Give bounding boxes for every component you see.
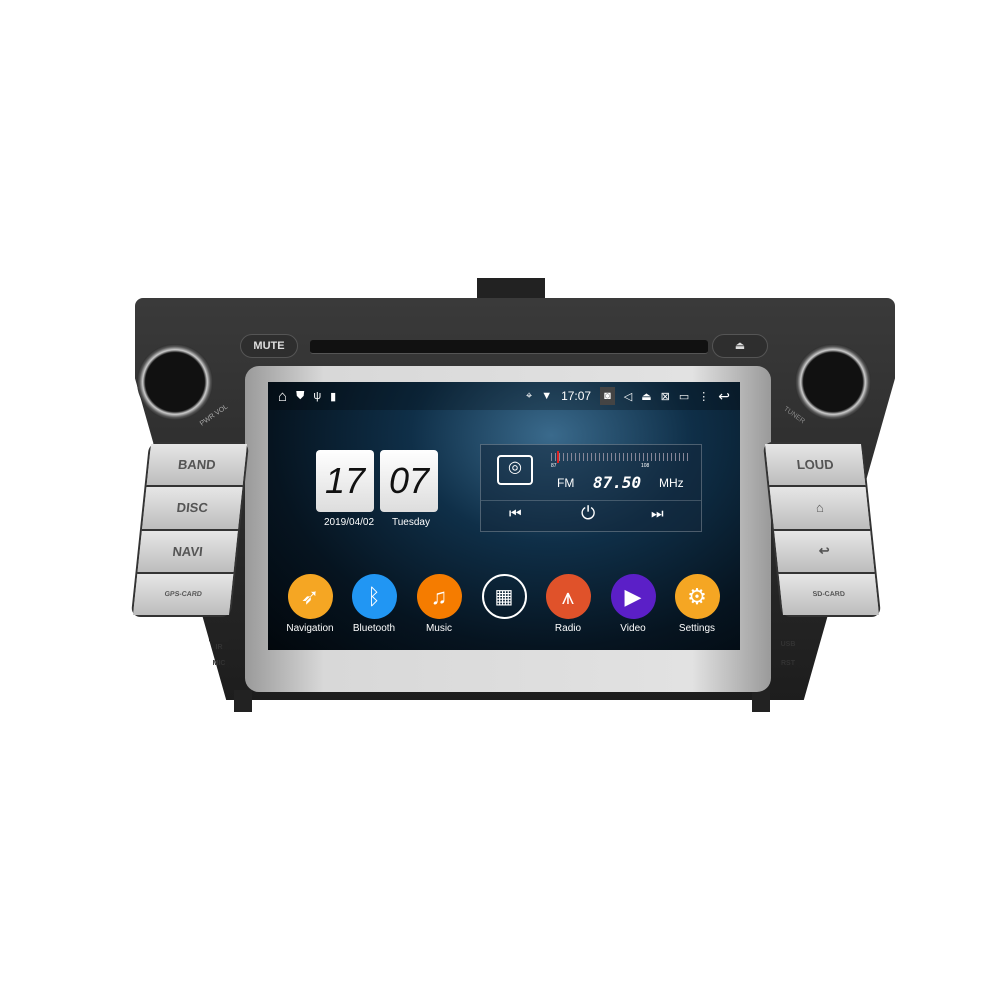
usb-icon: ψ <box>313 390 322 402</box>
back-button[interactable]: ↩ <box>774 530 875 574</box>
mic-label: MIC <box>212 660 226 667</box>
menu-icon[interactable]: ⋮ <box>698 390 709 403</box>
clock-hour: 17 <box>316 450 374 512</box>
home-icon[interactable]: ⌂ <box>278 388 287 405</box>
usb-label: USB <box>780 641 796 648</box>
camera-icon[interactable]: ◙ <box>600 387 615 405</box>
radio-frequency: 87.50 <box>593 473 642 492</box>
antenna-icon: ⩚ <box>545 574 591 619</box>
back-icon[interactable]: ↩ <box>718 388 730 405</box>
home-button[interactable]: ⌂ <box>769 487 871 531</box>
power-button[interactable]: ⏻ <box>581 503 595 524</box>
clock-minute: 07 <box>380 450 438 512</box>
usb-port[interactable] <box>778 628 798 638</box>
eject-icon[interactable]: ⏏ <box>641 390 651 403</box>
previous-station-button[interactable]: ⏮ <box>509 505 522 522</box>
tuner-knob[interactable] <box>795 344 871 420</box>
right-foot <box>752 690 770 712</box>
tuning-needle <box>557 451 559 463</box>
location-icon: ⌖ <box>525 389 533 402</box>
radio-unit: MHz <box>659 476 684 490</box>
status-bar: ⌂ ⛊ ψ ▮ ⌖ ▼ 17:07 ◙ ◁ ⏏ ⊠ ▭ ⋮ ↩ <box>268 382 740 410</box>
gps-card-slot[interactable]: GPS-CARD <box>133 573 234 615</box>
app-video[interactable]: ▶ Video <box>603 574 663 634</box>
ir-label: IR <box>215 644 223 651</box>
gear-icon: ⚙ <box>674 574 720 619</box>
sd-icon: ▮ <box>330 390 337 403</box>
rst-label: RST <box>781 660 795 667</box>
app-settings[interactable]: ⚙ Settings <box>667 574 727 634</box>
play-icon: ▶ <box>610 574 656 619</box>
left-foot <box>234 690 252 712</box>
app-bluetooth[interactable]: ᛒ Bluetooth <box>344 574 404 634</box>
sd-card-slot[interactable]: SD-CARD <box>778 573 879 615</box>
bluetooth-icon: ᛒ <box>351 574 397 619</box>
scale-min: 87 <box>551 463 557 469</box>
disc-slot <box>310 340 708 354</box>
radio-band: FM <box>557 476 575 490</box>
left-button-panel: BAND DISC NAVI GPS-CARD <box>130 442 250 617</box>
radio-icon: ◎ <box>497 455 533 485</box>
next-station-button[interactable]: ⏭ <box>651 505 664 522</box>
music-icon: ♫ <box>416 574 462 619</box>
app-navigation[interactable]: ➶ Navigation <box>280 574 340 634</box>
screen: ⌂ ⛊ ψ ▮ ⌖ ▼ 17:07 ◙ ◁ ⏏ ⊠ ▭ ⋮ ↩ 17 07 20… <box>268 382 740 650</box>
right-button-panel: LOUD ⌂ ↩ SD-CARD <box>762 442 882 617</box>
screen-off-icon[interactable]: ⊠ <box>661 390 670 403</box>
clock-day: Tuesday <box>392 517 430 528</box>
tuning-scale <box>551 453 691 461</box>
eject-button[interactable]: ⏏ <box>712 334 768 358</box>
volume-icon[interactable]: ◁ <box>624 390 632 403</box>
status-time: 17:07 <box>561 389 592 403</box>
clock-date: 2019/04/02 <box>324 517 375 528</box>
wifi-icon: ▼ <box>541 390 553 402</box>
loud-button[interactable]: LOUD <box>765 444 866 488</box>
scale-max: 108 <box>641 463 650 469</box>
shield-icon: ⛊ <box>296 389 305 402</box>
app-radio[interactable]: ⩚ Radio <box>538 574 598 634</box>
radio-widget[interactable]: ◎ 87 108 FM 87.50 MHz ⏮ ⏻ ⏭ <box>480 444 702 532</box>
disc-button[interactable]: DISC <box>141 487 243 531</box>
app-drawer[interactable]: ▦ <box>474 574 534 623</box>
apps-grid-icon: ▦ <box>481 574 527 619</box>
compass-icon: ➶ <box>287 574 333 619</box>
ir-sensor <box>209 628 229 642</box>
volume-knob[interactable] <box>137 344 213 420</box>
window-icon[interactable]: ▭ <box>679 390 689 403</box>
navi-button[interactable]: NAVI <box>137 530 238 574</box>
clock-widget[interactable]: 17 07 <box>316 450 438 512</box>
band-button[interactable]: BAND <box>146 444 247 488</box>
app-music[interactable]: ♫ Music <box>409 574 469 634</box>
mute-button[interactable]: MUTE <box>240 334 298 358</box>
